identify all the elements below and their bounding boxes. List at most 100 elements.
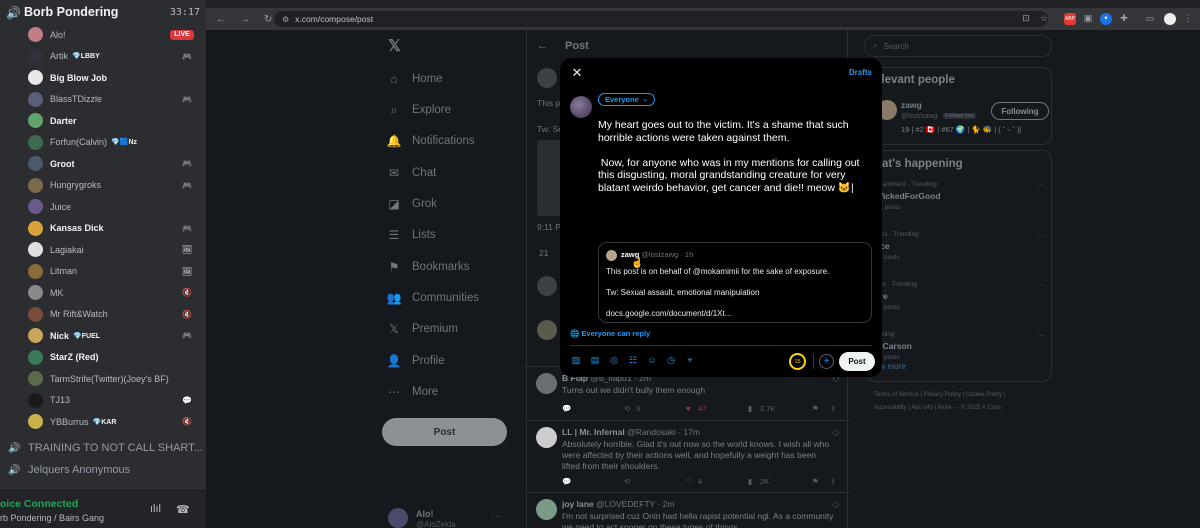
nav-profile[interactable]: 👤 Profile [386, 348, 445, 374]
voice-member[interactable]: Mr Rift&Watch 🔇 [28, 304, 198, 325]
browser-menu-icon[interactable]: ⋮ [1182, 13, 1194, 25]
avatar[interactable] [536, 499, 557, 520]
disconnect-icon[interactable]: ☎ [176, 503, 190, 516]
voice-member[interactable]: Big Blow Job [28, 67, 198, 88]
more-icon[interactable]: ··· [1037, 331, 1045, 340]
repost-icon[interactable]: ⟲ [624, 477, 630, 486]
nav-communities[interactable]: 👥 Communities [386, 285, 480, 311]
voice-member[interactable]: TarmStrife(Twitter)(Joey's BF) [28, 368, 198, 389]
media-icon[interactable]: ▨ [570, 355, 582, 366]
extension-icon[interactable]: • [1100, 13, 1112, 25]
voice-member[interactable]: Lagiakai 🖼 [28, 239, 198, 260]
nav-bookmarks[interactable]: ⚑ Bookmarks [386, 254, 470, 280]
post-textarea[interactable]: My heart goes out to the victim. It's a … [598, 119, 870, 194]
voice-member[interactable]: Nick 💎FUEL 🎮 [28, 325, 198, 346]
voice-member[interactable]: Kansas Dick 🎮 [28, 218, 198, 239]
search-input[interactable]: ⌕ Search [864, 35, 1052, 57]
nav-premium[interactable]: 𝕏 Premium [386, 316, 458, 342]
poll-icon[interactable]: ☷ [627, 355, 639, 366]
more-icon[interactable]: ··· [1037, 281, 1045, 290]
avatar[interactable] [537, 320, 557, 340]
nav-lists[interactable]: ☰ Lists [386, 222, 436, 248]
nav-more[interactable]: ⋯ More [386, 379, 438, 405]
person-name[interactable]: zawg [901, 100, 922, 110]
share-icon[interactable]: ⇪ [830, 404, 836, 413]
voice-member[interactable]: Alo! LIVE [28, 24, 198, 45]
address-bar[interactable]: ⚙ x.com/compose/post [274, 11, 1048, 27]
more-icon[interactable]: ··· [1037, 231, 1045, 240]
bookmark-icon[interactable]: ⚑ [812, 477, 819, 486]
x-logo-icon[interactable]: 𝕏 [388, 36, 401, 56]
nav-chat[interactable]: ✉ Chat [386, 160, 436, 186]
reply-icon[interactable]: 💬 [562, 404, 571, 413]
voice-member[interactable]: Forfun(Calvin) 💎🟦Nz [28, 132, 198, 153]
footer-links[interactable]: Terms of Service | Privacy Policy | Cook… [874, 392, 1005, 398]
voice-member[interactable]: StarZ (Red) [28, 347, 198, 368]
drafts-link[interactable]: Drafts [849, 68, 872, 77]
voice-member[interactable]: Darter [28, 110, 198, 131]
voice-member[interactable]: Litman 🖼 [28, 261, 198, 282]
nav-notifications[interactable]: 🔔 Notifications [386, 128, 475, 154]
avatar[interactable] [570, 96, 592, 118]
share-icon[interactable]: ⇪ [830, 477, 836, 486]
back-icon[interactable]: ← [216, 14, 230, 25]
forward-icon[interactable]: → [240, 14, 254, 25]
soundboard-icon[interactable]: ılıl [150, 503, 161, 515]
extension-icon[interactable]: ▣ [1082, 13, 1094, 25]
nav-home[interactable]: ⌂ Home [386, 66, 442, 92]
grok-icon[interactable]: ◇ [832, 427, 839, 438]
emoji-icon[interactable]: ☺ [646, 355, 658, 365]
post-submit-button[interactable]: Post [839, 352, 875, 371]
voice-channel-header[interactable]: 🔊 Borb Pondering 33:17 [0, 0, 206, 24]
add-post-button[interactable]: + [819, 354, 834, 369]
adblock-extension-icon[interactable]: ABP [1064, 13, 1076, 25]
site-info-icon[interactable]: ⚙ [282, 15, 289, 24]
voice-member[interactable]: Juice [28, 196, 198, 217]
avatar[interactable] [536, 373, 557, 394]
voice-member[interactable]: YBBurrus 💎KAR 🔇 [28, 411, 198, 432]
reply-tweet[interactable]: LL | Mr. Infernal @Randosaki · 17m Absol… [527, 420, 849, 492]
footer-links[interactable]: Accessibility | Ads info | More ··· © 20… [874, 405, 1002, 411]
audience-selector[interactable]: Everyone ⌄ [598, 93, 655, 106]
views-icon[interactable]: ▮ [748, 404, 752, 413]
grok-icon[interactable]: ◎ [608, 355, 620, 366]
voice-channel-training[interactable]: 🔊 TRAINING TO NOT CALL SHART... [8, 438, 203, 458]
repost-icon[interactable]: ⟲ [624, 404, 630, 413]
author-avatar[interactable] [537, 68, 557, 88]
voice-member[interactable]: Artik 💎LBBY 🎮 [28, 46, 198, 67]
voice-member[interactable]: Hungrygroks 🎮 [28, 175, 198, 196]
account-switcher[interactable]: Alo! @AloZelda ··· [388, 505, 512, 528]
like-icon[interactable]: ♥ [686, 404, 690, 413]
back-arrow-icon[interactable]: ← [537, 40, 557, 52]
reply-count[interactable]: 21 [539, 248, 548, 258]
voice-member[interactable]: BlassTDizzle 🎮 [28, 89, 198, 110]
nav-explore[interactable]: ⌕ Explore [386, 97, 451, 123]
voice-member[interactable]: TJ13 💬 [28, 390, 198, 411]
location-icon[interactable]: ⌖ [684, 355, 696, 366]
voice-member[interactable]: Groot 🎮 [28, 153, 198, 174]
voice-channel-jelquers[interactable]: 🔊 Jelquers Anonymous [8, 460, 130, 480]
voice-member[interactable]: MK 🔇 [28, 282, 198, 303]
more-icon[interactable]: ··· [1037, 181, 1045, 190]
following-button[interactable]: Following [991, 102, 1049, 120]
compose-post-button[interactable]: Post [382, 418, 507, 446]
install-icon[interactable]: ⊡ [1020, 13, 1032, 25]
extensions-puzzle-icon[interactable]: ✚ [1118, 13, 1130, 25]
schedule-icon[interactable]: ◷ [665, 355, 677, 366]
reply-icon[interactable]: 💬 [562, 477, 571, 486]
reply-tweet[interactable]: joy lane @LOVEDEFTY · 2m I'm not surpris… [527, 492, 849, 528]
like-icon[interactable]: ♡ [686, 477, 693, 486]
avatar[interactable] [536, 427, 557, 448]
bookmark-icon[interactable]: ⚑ [812, 404, 819, 413]
quoted-post[interactable]: zawg @lostzawg · 1h This post is on beha… [598, 242, 872, 323]
side-panel-icon[interactable]: ▭ [1144, 13, 1156, 25]
avatar[interactable] [537, 276, 557, 296]
nav-grok[interactable]: ◪ Grok [386, 191, 437, 217]
gif-icon[interactable]: ▤ [589, 355, 601, 366]
profile-avatar[interactable] [1164, 13, 1176, 25]
reply-setting-button[interactable]: 🌐 Everyone can reply [570, 329, 650, 338]
close-icon[interactable]: ✕ [570, 66, 584, 80]
grok-icon[interactable]: ◇ [832, 499, 839, 510]
views-icon[interactable]: ▮ [748, 477, 752, 486]
bookmark-star-icon[interactable]: ☆ [1038, 13, 1050, 25]
